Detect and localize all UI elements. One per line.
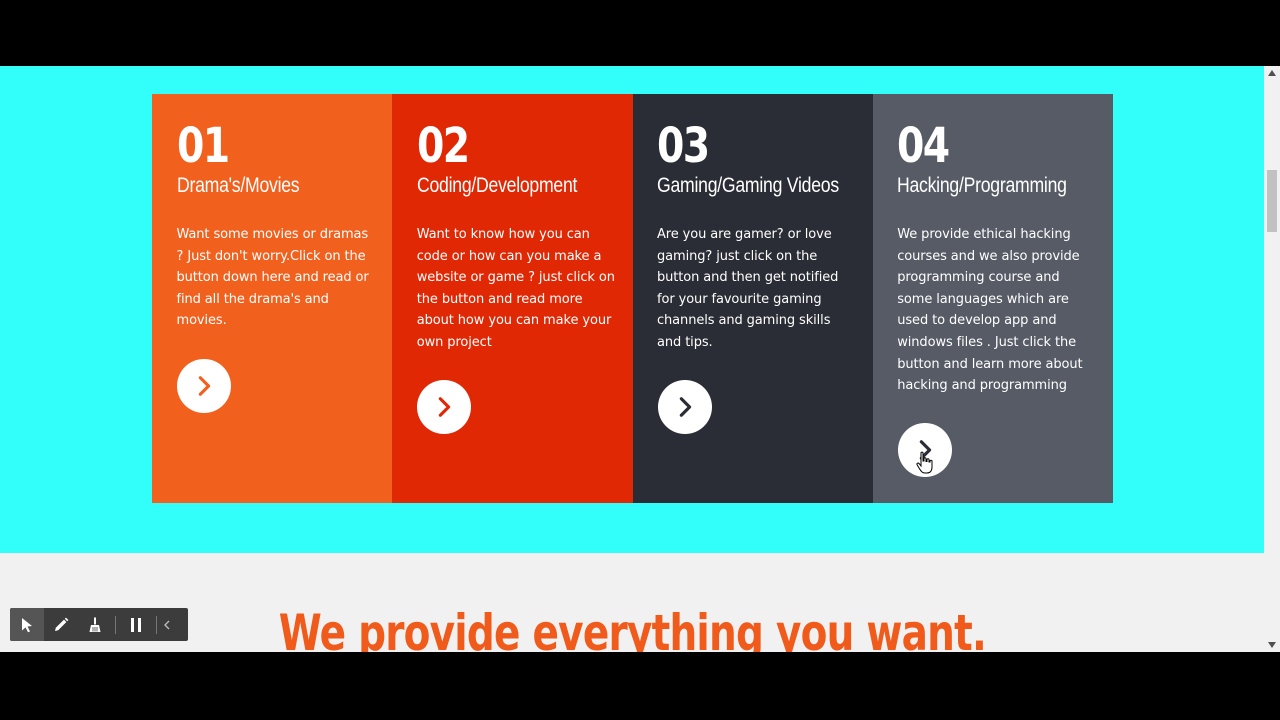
page-headline: We provide everything you want.	[278, 604, 986, 652]
scroll-up-icon[interactable]	[1268, 70, 1276, 76]
collapse-toolbar-button[interactable]	[160, 608, 174, 641]
card-title: Hacking/Programming	[897, 174, 1067, 197]
scroll-down-icon[interactable]	[1268, 642, 1276, 648]
card-number: 02	[416, 118, 470, 174]
card-arrow-button[interactable]	[177, 359, 231, 413]
card-arrow-button[interactable]	[417, 380, 472, 434]
page-viewport: 01 Drama's/Movies Want some movies or dr…	[0, 66, 1280, 652]
card-description: Are you are gamer? or love gaming? just …	[657, 227, 839, 350]
card-title: Coding/Development	[416, 174, 577, 197]
pause-icon	[131, 617, 141, 632]
toolbar-divider	[115, 615, 116, 634]
pencil-icon	[55, 617, 69, 631]
toolbar-divider	[156, 615, 157, 634]
collapse-chevron-icon	[164, 620, 170, 629]
service-card-gaming-videos: 03 Gaming/Gaming Videos Are you are game…	[632, 94, 873, 503]
hand-cursor-icon	[916, 451, 933, 474]
card-number: 01	[176, 118, 230, 174]
card-arrow-button[interactable]	[657, 380, 712, 434]
annotation-toolbar	[10, 608, 188, 641]
broom-icon	[89, 617, 101, 632]
card-number: 04	[897, 118, 950, 174]
chevron-right-icon	[679, 397, 691, 417]
pencil-tool-button[interactable]	[44, 608, 78, 641]
card-title: Gaming/Gaming Videos	[657, 174, 839, 197]
card-title: Drama's/Movies	[176, 174, 300, 197]
eraser-tool-button[interactable]	[78, 608, 112, 641]
service-card-hacking-programming: 04 Hacking/Programming We provide ethica…	[872, 94, 1113, 503]
card-description: Want to know how you can code or how can…	[416, 227, 615, 350]
services-section: 01 Drama's/Movies Want some movies or dr…	[0, 66, 1264, 553]
card-number: 03	[657, 118, 710, 174]
pause-button[interactable]	[119, 608, 153, 641]
card-description: We provide ethical hacking courses and w…	[897, 227, 1083, 394]
pointer-tool-button[interactable]	[10, 608, 44, 641]
chevron-right-icon	[198, 376, 211, 396]
service-cards: 01 Drama's/Movies Want some movies or dr…	[152, 94, 1113, 503]
scrollbar-thumb[interactable]	[1267, 170, 1277, 232]
service-card-drama-movies: 01 Drama's/Movies Want some movies or dr…	[152, 94, 393, 503]
chevron-right-icon	[439, 397, 451, 417]
service-card-coding-development: 02 Coding/Development Want to know how y…	[392, 94, 633, 503]
card-description: Want some movies or dramas ? Just don't …	[176, 227, 369, 329]
pointer-icon	[22, 617, 32, 632]
vertical-scrollbar[interactable]	[1264, 66, 1280, 652]
